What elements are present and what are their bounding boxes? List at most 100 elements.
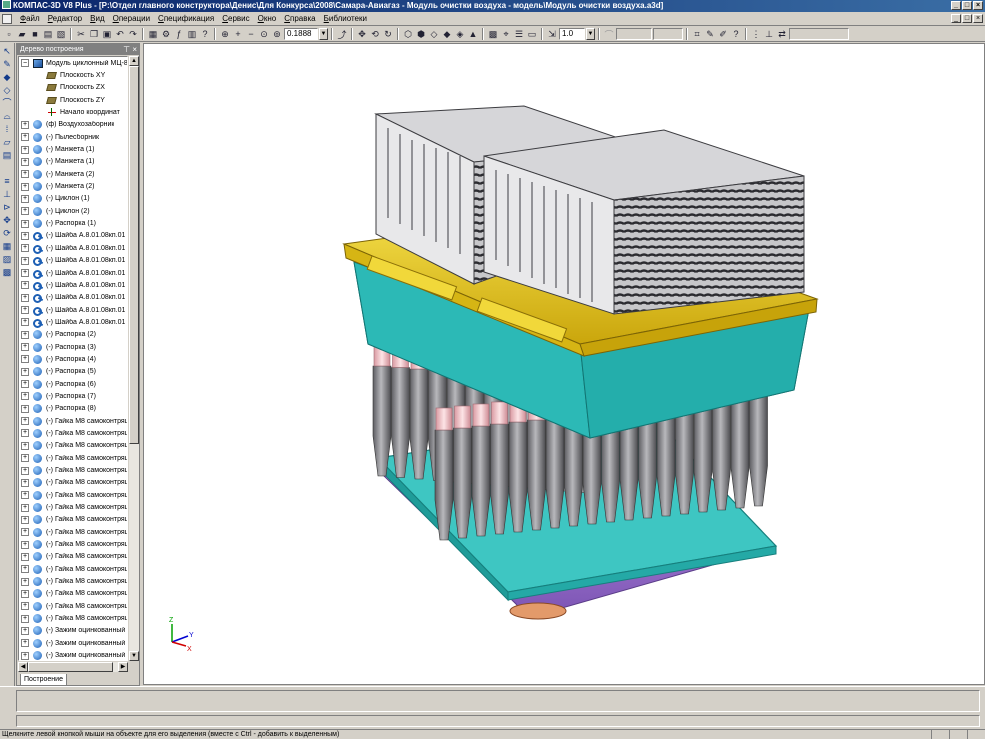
tree-item[interactable]: + (-) Распорка (4) bbox=[19, 353, 127, 365]
cyclone[interactable] bbox=[471, 403, 491, 537]
zoom-input[interactable]: 0.1888 bbox=[284, 28, 318, 40]
help-cursor-icon[interactable]: ? bbox=[199, 28, 211, 40]
tree-item[interactable]: + (-) Шайба А.8.01.08кп.01 bbox=[19, 304, 127, 316]
library-icon[interactable]: ⚙ bbox=[160, 28, 172, 40]
hscroll-thumb[interactable] bbox=[28, 662, 113, 672]
tree-item[interactable]: + (-) Гайка М8 самоконтрящ bbox=[19, 477, 127, 489]
tree-item[interactable]: + (-) Гайка М8 самоконтрящ bbox=[19, 526, 127, 538]
tree-item[interactable]: Плоскость ZY bbox=[19, 94, 127, 106]
pencil-icon[interactable]: ✐ bbox=[717, 28, 729, 40]
menu-edit[interactable]: Редактор bbox=[44, 13, 86, 25]
expand-toggle[interactable]: + bbox=[21, 170, 29, 179]
rotate-tool-icon[interactable]: ⟳ bbox=[2, 228, 13, 238]
rotate-icon[interactable]: ⟲ bbox=[369, 28, 381, 40]
tree-item[interactable]: Плоскость ZX bbox=[19, 82, 127, 94]
save-icon[interactable]: ■ bbox=[29, 28, 41, 40]
spec-tool-icon[interactable]: ▦ bbox=[2, 241, 13, 251]
tree-root[interactable]: − Модуль циклонный МЦ-88 bbox=[19, 57, 127, 69]
cyclone[interactable] bbox=[453, 405, 472, 539]
document-icon[interactable] bbox=[2, 13, 12, 24]
print-icon[interactable]: ▤ bbox=[42, 28, 54, 40]
expand-toggle[interactable]: + bbox=[21, 207, 29, 216]
tree-item[interactable]: + (-) Гайка М8 самоконтрящ bbox=[19, 501, 127, 513]
property-field-2[interactable] bbox=[16, 715, 980, 727]
sketch-tool-icon[interactable]: ⌒ bbox=[2, 98, 13, 108]
tree-item[interactable]: + (-) Распорка (6) bbox=[19, 378, 127, 390]
expand-toggle[interactable]: + bbox=[21, 429, 29, 438]
tree-icon[interactable]: ▦ bbox=[147, 28, 159, 40]
question-icon[interactable]: ? bbox=[730, 28, 742, 40]
expand-toggle[interactable]: + bbox=[21, 219, 29, 228]
expand-toggle[interactable]: + bbox=[21, 614, 29, 623]
menu-window[interactable]: Окно bbox=[254, 13, 281, 25]
tree-item[interactable]: + (-) Шайба А.8.01.08кп.01 bbox=[19, 279, 127, 291]
tree-item[interactable]: + (-) Зажим оцинкованный bbox=[19, 650, 127, 660]
expand-toggle[interactable]: + bbox=[21, 602, 29, 611]
expand-toggle[interactable]: + bbox=[21, 540, 29, 549]
tree-item[interactable]: + (-) Распорка (3) bbox=[19, 341, 127, 353]
doc-close-button[interactable]: × bbox=[973, 14, 983, 23]
menu-view[interactable]: Вид bbox=[86, 13, 108, 25]
tree-vertical-scrollbar[interactable]: ▲ ▼ bbox=[129, 56, 139, 661]
3d-model-render[interactable]: Z Y X bbox=[144, 44, 985, 685]
parameters-icon[interactable]: ▥ bbox=[186, 28, 198, 40]
shaded-edges-icon[interactable]: ◈ bbox=[454, 28, 466, 40]
cyclone[interactable] bbox=[372, 343, 392, 477]
pan-icon[interactable]: ✥ bbox=[356, 28, 368, 40]
cyclone[interactable] bbox=[391, 345, 410, 478]
expand-toggle[interactable]: + bbox=[21, 528, 29, 537]
scroll-thumb[interactable] bbox=[129, 66, 139, 444]
thin-lines-icon[interactable]: ◇ bbox=[428, 28, 440, 40]
scroll-left-button[interactable]: ◀ bbox=[18, 662, 28, 672]
menu-service[interactable]: Сервис bbox=[218, 13, 253, 25]
close-button[interactable]: × bbox=[973, 1, 983, 10]
outlet-flange[interactable] bbox=[509, 602, 567, 620]
scroll-up-button[interactable]: ▲ bbox=[129, 56, 139, 66]
minimize-button[interactable]: _ bbox=[951, 1, 961, 10]
expand-toggle[interactable]: + bbox=[21, 589, 29, 598]
expand-toggle[interactable]: + bbox=[21, 515, 29, 524]
tree-item[interactable]: + (-) Зажим оцинкованный bbox=[19, 637, 127, 649]
tree-item[interactable]: + (-) Гайка М8 самоконтрящ bbox=[19, 514, 127, 526]
perspective-icon[interactable]: ▲ bbox=[467, 28, 479, 40]
variables-icon[interactable]: ƒ bbox=[173, 28, 185, 40]
zoom-window-icon[interactable]: ⊕ bbox=[219, 28, 231, 40]
doc-minimize-button[interactable]: _ bbox=[951, 14, 961, 23]
maximize-button[interactable]: □ bbox=[962, 1, 972, 10]
expand-toggle[interactable]: + bbox=[21, 478, 29, 487]
expand-toggle[interactable]: + bbox=[21, 157, 29, 166]
tree-item[interactable]: + (-) Пылесборник bbox=[19, 131, 127, 143]
expand-toggle[interactable]: + bbox=[21, 256, 29, 265]
tree-item[interactable]: + (-) Гайка М8 самоконтрящ bbox=[19, 563, 127, 575]
menu-file[interactable]: Файл bbox=[16, 13, 44, 25]
pin-icon[interactable]: ⊤ bbox=[123, 45, 130, 54]
expand-toggle[interactable]: + bbox=[21, 330, 29, 339]
tree-item[interactable]: + (-) Шайба А.8.01.08кп.01 bbox=[19, 230, 127, 242]
tree-item[interactable]: + (-) Манжета (2) bbox=[19, 168, 127, 180]
expand-toggle[interactable]: + bbox=[21, 454, 29, 463]
snap-icon[interactable]: ⌗ bbox=[691, 28, 703, 40]
expand-toggle[interactable]: + bbox=[21, 145, 29, 154]
menu-help[interactable]: Справка bbox=[280, 13, 319, 25]
expand-toggle[interactable]: + bbox=[21, 120, 29, 129]
tree-item[interactable]: + (-) Распорка (1) bbox=[19, 217, 127, 229]
menu-operations[interactable]: Операции bbox=[109, 13, 154, 25]
expand-toggle[interactable]: + bbox=[21, 626, 29, 635]
tree-item[interactable]: + (-) Гайка М8 самоконтрящ bbox=[19, 489, 127, 501]
hidden-lines-icon[interactable]: ⬢ bbox=[415, 28, 427, 40]
brush-icon[interactable]: ✎ bbox=[704, 28, 716, 40]
cut-tool-icon[interactable]: ◇ bbox=[2, 85, 13, 95]
expand-toggle[interactable]: + bbox=[21, 269, 29, 278]
grid-icon[interactable]: ⋮ bbox=[750, 28, 762, 40]
zoom-dropdown-button[interactable]: ▼ bbox=[319, 28, 328, 40]
expand-toggle[interactable]: + bbox=[21, 639, 29, 648]
redo-icon[interactable]: ↷ bbox=[127, 28, 139, 40]
measure-tool-icon[interactable]: ▤ bbox=[2, 150, 13, 160]
expand-toggle[interactable]: + bbox=[21, 503, 29, 512]
expand-toggle[interactable]: + bbox=[21, 355, 29, 364]
expand-toggle[interactable]: + bbox=[21, 651, 29, 660]
scroll-down-button[interactable]: ▼ bbox=[129, 651, 139, 661]
tree-item[interactable]: + (-) Циклон (1) bbox=[19, 193, 127, 205]
expand-toggle[interactable]: + bbox=[21, 231, 29, 240]
expand-toggle[interactable]: + bbox=[21, 343, 29, 352]
